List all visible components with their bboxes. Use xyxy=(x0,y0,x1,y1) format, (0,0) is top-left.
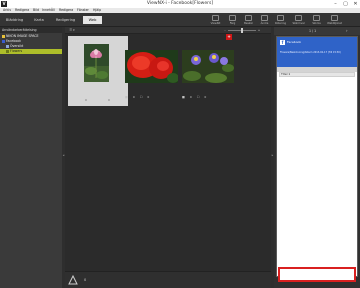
main-content: ☰ ▾ – + 0 0 + ■ 0 ☐ 0 ■ 0 ☐ 0 0 xyxy=(65,27,271,288)
thumbnail-blue-water-lilies xyxy=(182,50,234,83)
thumbnail-caption: 0 xyxy=(85,98,87,102)
viewnx-icon xyxy=(212,15,219,21)
close-button[interactable]: ✕ xyxy=(351,0,360,8)
tool-label: Webbtjänst xyxy=(327,22,342,25)
tool-screen[interactable]: Skärmval xyxy=(292,14,305,26)
album-icon xyxy=(6,49,9,53)
screen-icon xyxy=(295,15,302,21)
webservice-icon xyxy=(331,15,338,21)
tool-viewnx[interactable]: ViewNX xyxy=(209,14,222,26)
tree-item-label: Översikt xyxy=(10,44,24,48)
tab-redigering[interactable]: Redigering xyxy=(52,16,79,24)
comment-count: 0 xyxy=(204,95,207,99)
right-panel: 1 / 1 › f Facebook Flowers/Beskrivning/A… xyxy=(274,27,360,288)
tree-item-flowers[interactable]: Flowers xyxy=(0,49,62,54)
rotate-icon xyxy=(277,15,284,21)
caption-field[interactable]: Titel 1 xyxy=(279,72,355,77)
left-panel-header: Användarberättelsing xyxy=(0,27,62,33)
service-header: Facebook xyxy=(287,40,302,44)
tool-rotate[interactable]: Rotering xyxy=(274,14,287,26)
thumbnail-controls: ■ 0 ☐ 0 xyxy=(182,95,210,100)
account-line: Flowers/Beskrivning/Album 2013-02-17 (Ti… xyxy=(280,51,341,54)
protect-icon[interactable]: ☐ xyxy=(140,95,143,99)
zoom-slider-handle[interactable] xyxy=(241,28,243,33)
label-icon[interactable]: ■ xyxy=(125,95,128,99)
main-toolbar: Bläddring Karta Redigering Web ViewNX Fä… xyxy=(0,13,360,27)
tool-label: Rotering xyxy=(275,22,286,25)
upload-settings-card: f Facebook Flowers/Beskrivning/Album 201… xyxy=(276,36,358,282)
minimize-button[interactable]: – xyxy=(331,0,340,8)
thumbnail-red-flowers xyxy=(125,50,178,83)
thumbnail-cell[interactable]: 0 0 xyxy=(68,36,128,106)
facebook-header: f Facebook Flowers/Beskrivning/Album 201… xyxy=(277,37,357,67)
thumbnail-cell[interactable]: ■ 0 ☐ 0 xyxy=(182,36,242,106)
tree-item-label: Facebook xyxy=(6,39,21,43)
thumbnail-caption: 0 xyxy=(108,98,110,102)
tree-item-label: NIKON IMAGE SPACE xyxy=(6,34,39,38)
crop-icon xyxy=(245,15,252,21)
tab-karta[interactable]: Karta xyxy=(30,16,48,24)
right-panel-top: 1 / 1 › xyxy=(274,27,360,35)
zoom-in-button[interactable]: + xyxy=(257,28,261,33)
tool-label: Skicka xyxy=(312,22,321,25)
pager: 1 / 1 xyxy=(309,29,317,33)
comment-textarea[interactable] xyxy=(278,267,356,282)
view-mode-button[interactable]: ☰ ▾ xyxy=(67,28,77,33)
rating-value: 0 xyxy=(189,95,192,99)
tool-color[interactable]: Färg xyxy=(226,14,239,26)
image-tray-icon[interactable] xyxy=(68,275,78,285)
tool-crop[interactable]: Beskär xyxy=(242,14,255,26)
protect-icon[interactable]: ☐ xyxy=(197,95,200,99)
facebook-icon xyxy=(2,39,5,43)
label-icon[interactable]: ■ xyxy=(182,95,185,99)
window-title: ViewNX-i - Facebook[Flowers] xyxy=(146,1,214,6)
thumbnail-controls: ■ 0 ☐ 0 xyxy=(125,95,153,100)
facebook-icon: f xyxy=(280,40,285,45)
color-icon xyxy=(229,15,236,21)
tree-item-label: Flowers xyxy=(10,49,23,53)
tray-count: 0 xyxy=(84,278,87,282)
content-bottom-bar: 0 xyxy=(65,271,271,288)
tool-label: Ändra xyxy=(260,22,269,25)
rating-value: 0 xyxy=(132,95,135,99)
tool-adjust[interactable]: Ändra xyxy=(258,14,271,26)
comment-count: 0 xyxy=(147,95,150,99)
send-icon xyxy=(313,15,320,21)
tool-label: Färg xyxy=(229,22,236,25)
tool-label: Beskär xyxy=(244,22,253,25)
maximize-button[interactable]: ▢ xyxy=(341,0,350,8)
thumbnail-pink-lotus xyxy=(84,44,109,82)
tab-blaeddring[interactable]: Bläddring xyxy=(3,16,26,24)
tab-web[interactable]: Web xyxy=(83,16,102,24)
title-bar: V ViewNX-i - Facebook[Flowers] – ▢ ✕ xyxy=(0,0,360,8)
left-panel: Användarberättelsing NIKON IMAGE SPACE F… xyxy=(0,27,62,288)
tool-webservice[interactable]: Webbtjänst xyxy=(327,14,342,26)
tool-label: ViewNX xyxy=(210,22,221,25)
album-icon xyxy=(6,44,9,48)
next-icon[interactable]: › xyxy=(346,28,348,34)
folder-icon xyxy=(2,34,5,38)
adjust-icon xyxy=(261,15,268,21)
content-toolbar: ☰ ▾ – + xyxy=(65,27,271,34)
tool-send[interactable]: Skicka xyxy=(310,14,323,26)
zoom-out-button[interactable]: – xyxy=(223,28,227,33)
thumbnail-cell[interactable]: + ■ 0 ☐ 0 xyxy=(125,34,232,106)
tool-label: Skärmval xyxy=(292,22,305,25)
